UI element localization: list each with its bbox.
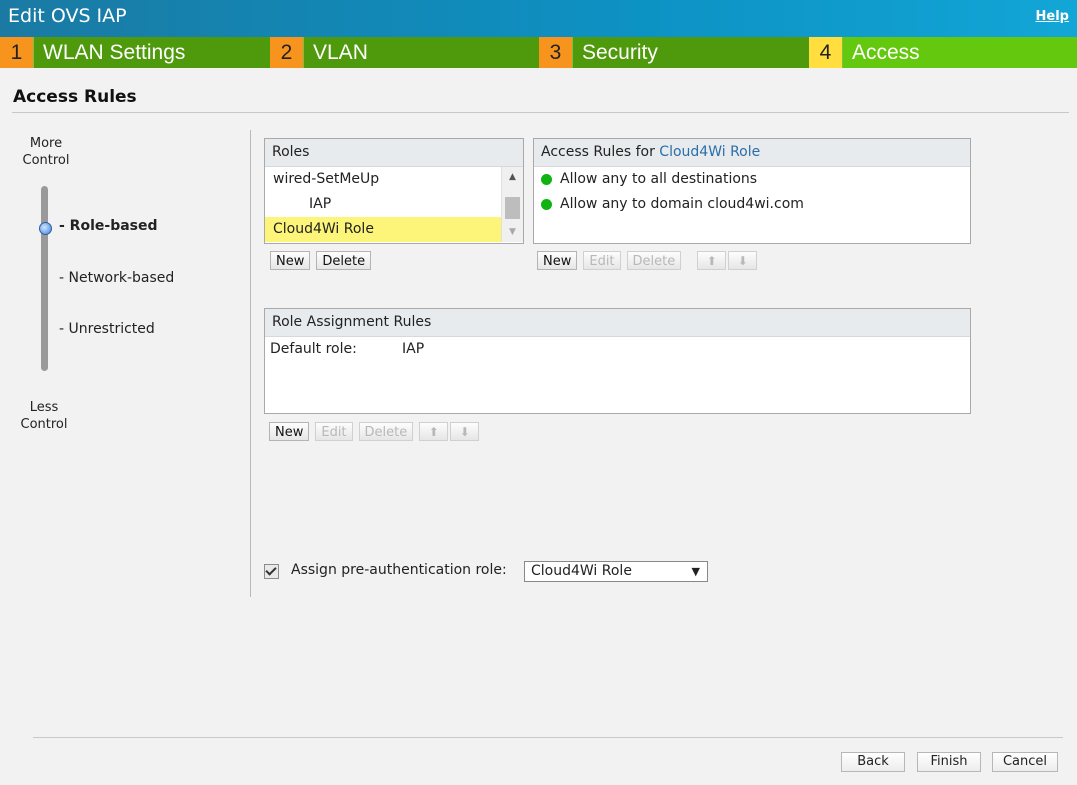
scroll-down-icon[interactable]: ▼ bbox=[502, 222, 523, 242]
step-vlan[interactable]: 2 VLAN bbox=[270, 37, 539, 68]
role-assignment-panel: Role Assignment Rules Default role: IAP bbox=[264, 308, 971, 414]
role-item-iap[interactable]: IAP bbox=[265, 192, 523, 217]
step-number: 2 bbox=[270, 37, 303, 68]
roles-list: wired-SetMeUp IAP Cloud4Wi Role bbox=[265, 167, 523, 242]
default-role-value: IAP bbox=[402, 341, 425, 357]
title-bar: Edit OVS IAP Help bbox=[0, 0, 1077, 37]
chevron-down-icon: ▼ bbox=[691, 565, 700, 578]
roles-scrollbar[interactable]: ▲ ▼ bbox=[501, 167, 523, 242]
role-assignment-header: Role Assignment Rules bbox=[265, 309, 970, 337]
step-label: WLAN Settings bbox=[33, 37, 270, 68]
slider-option-role-based[interactable]: - Role-based bbox=[59, 218, 158, 234]
help-link[interactable]: Help bbox=[1036, 9, 1069, 24]
roles-panel: Roles wired-SetMeUp IAP Cloud4Wi Role ▲ … bbox=[264, 138, 524, 244]
access-rules-header: Access Rules for Cloud4Wi Role bbox=[534, 139, 970, 167]
step-number: 4 bbox=[809, 37, 842, 68]
default-role-row[interactable]: Default role: IAP bbox=[265, 337, 970, 362]
cancel-button[interactable]: Cancel bbox=[992, 752, 1058, 772]
slider-option-network-based[interactable]: - Network-based bbox=[59, 270, 174, 286]
step-number: 1 bbox=[0, 37, 33, 68]
access-rules-role-name: Cloud4Wi Role bbox=[659, 144, 761, 160]
access-rules-panel: Access Rules for Cloud4Wi Role Allow any… bbox=[533, 138, 971, 244]
new-rule-button[interactable]: New bbox=[537, 251, 578, 270]
slider-option-unrestricted[interactable]: - Unrestricted bbox=[59, 321, 155, 337]
wizard-steps: 1 WLAN Settings 2 VLAN 3 Security 4 Acce… bbox=[0, 37, 1077, 68]
preauth-role-select[interactable]: Cloud4Wi Role ▼ bbox=[524, 561, 708, 582]
finish-button[interactable]: Finish bbox=[917, 752, 981, 772]
preauth-role-checkbox[interactable] bbox=[264, 564, 279, 579]
step-label: VLAN bbox=[303, 37, 539, 68]
vertical-divider bbox=[250, 130, 251, 597]
window-title: Edit OVS IAP bbox=[8, 5, 127, 27]
back-button[interactable]: Back bbox=[841, 752, 905, 772]
move-up-icon[interactable]: ⬆ bbox=[419, 422, 449, 441]
edit-assignment-button[interactable]: Edit bbox=[315, 422, 353, 441]
new-role-button[interactable]: New bbox=[270, 251, 311, 270]
delete-assignment-button[interactable]: Delete bbox=[358, 422, 414, 441]
edit-rule-button[interactable]: Edit bbox=[583, 251, 621, 270]
step-number: 3 bbox=[539, 37, 572, 68]
preauth-role-label: Assign pre-authentication role: bbox=[291, 562, 507, 578]
less-control-label: Less Control bbox=[20, 400, 68, 432]
move-up-icon[interactable]: ⬆ bbox=[697, 251, 727, 270]
scroll-up-icon[interactable]: ▲ bbox=[502, 167, 523, 187]
delete-rule-button[interactable]: Delete bbox=[626, 251, 682, 270]
default-role-label: Default role: bbox=[270, 341, 357, 357]
access-rules-header-prefix: Access Rules for bbox=[541, 144, 660, 160]
status-dot-icon bbox=[541, 199, 552, 210]
roles-header: Roles bbox=[265, 139, 523, 167]
step-security[interactable]: 3 Security bbox=[539, 37, 809, 68]
role-item-cloud4wi-role[interactable]: Cloud4Wi Role bbox=[265, 217, 502, 242]
access-rule-item[interactable]: Allow any to domain cloud4wi.com bbox=[534, 192, 970, 217]
control-slider-thumb[interactable] bbox=[39, 222, 52, 235]
section-title: Access Rules bbox=[13, 87, 137, 107]
access-rule-text: Allow any to all destinations bbox=[560, 171, 758, 187]
access-rule-text: Allow any to domain cloud4wi.com bbox=[560, 196, 804, 212]
access-rule-item[interactable]: Allow any to all destinations bbox=[534, 167, 970, 192]
step-label: Security bbox=[572, 37, 809, 68]
delete-role-button[interactable]: Delete bbox=[316, 251, 372, 270]
assignment-buttons: New Edit Delete ⬆ ⬇ bbox=[269, 422, 480, 441]
preauth-role-value: Cloud4Wi Role bbox=[531, 563, 632, 579]
roles-buttons: New Delete bbox=[270, 251, 372, 270]
move-down-icon[interactable]: ⬇ bbox=[450, 422, 480, 441]
move-down-icon[interactable]: ⬇ bbox=[728, 251, 758, 270]
footer-divider bbox=[33, 737, 1063, 738]
access-rules-buttons: New Edit Delete ⬆ ⬇ bbox=[537, 251, 758, 270]
section-divider bbox=[12, 112, 1069, 113]
new-assignment-button[interactable]: New bbox=[269, 422, 310, 441]
control-slider-track[interactable] bbox=[41, 186, 48, 371]
scroll-thumb[interactable] bbox=[505, 197, 520, 219]
role-item-wired-setmeup[interactable]: wired-SetMeUp bbox=[265, 167, 523, 192]
step-label: Access bbox=[842, 37, 1077, 68]
step-access[interactable]: 4 Access bbox=[809, 37, 1077, 68]
step-wlan-settings[interactable]: 1 WLAN Settings bbox=[0, 37, 270, 68]
more-control-label: More Control bbox=[22, 136, 70, 168]
status-dot-icon bbox=[541, 174, 552, 185]
